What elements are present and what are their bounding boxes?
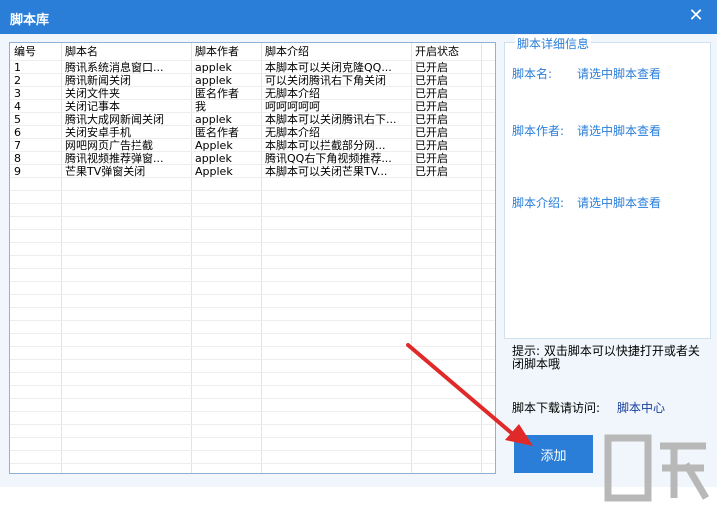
row-number: 3: [14, 87, 21, 100]
row-author: 匿名作者: [195, 126, 239, 139]
row-author: 匿名作者: [195, 87, 239, 100]
detail-name-label: 脚本名:: [512, 67, 553, 81]
row-intro: 本脚本可以关闭腾讯右下...: [265, 113, 397, 126]
row-intro: 无脚本介绍: [265, 87, 320, 100]
title-bar: 脚本库 ✕: [0, 0, 717, 34]
detail-intro-value: 请选中脚本查看: [577, 196, 662, 210]
row-number: 4: [14, 100, 21, 113]
row-script-name: 腾讯视频推荐弹窗...: [65, 152, 164, 165]
row-intro: 可以关闭腾讯右下角关闭: [265, 74, 386, 87]
column-header-name[interactable]: 脚本名: [65, 45, 98, 58]
row-number: 7: [14, 139, 21, 152]
row-author: applek: [195, 61, 232, 74]
list-item[interactable]: 3 关闭文件夹 匿名作者 无脚本介绍 已开启: [10, 87, 495, 100]
row-number: 6: [14, 126, 21, 139]
list-item[interactable]: 6 关闭安卓手机 匿名作者 无脚本介绍 已开启: [10, 126, 495, 139]
list-item[interactable]: 7 网吧网页广告拦截 Applek 本脚本可以拦截部分网... 已开启: [10, 139, 495, 152]
row-script-name: 关闭记事本: [65, 100, 120, 113]
row-intro: 无脚本介绍: [265, 126, 320, 139]
list-item[interactable]: 9 芒果TV弹窗关闭 Applek 本脚本可以关闭芒果TV... 已开启: [10, 165, 495, 178]
detail-name-value: 请选中脚本查看: [577, 67, 662, 81]
row-status: 已开启: [415, 126, 448, 139]
row-author: 我: [195, 100, 206, 113]
watermark-logo: [604, 434, 710, 502]
row-intro: 本脚本可以拦截部分网...: [265, 139, 386, 152]
row-status: 已开启: [415, 139, 448, 152]
script-center-link[interactable]: 脚本中心: [617, 399, 665, 416]
row-intro: 呵呵呵呵呵: [265, 100, 320, 113]
row-script-name: 关闭文件夹: [65, 87, 120, 100]
column-header-author[interactable]: 脚本作者: [195, 45, 239, 58]
row-script-name: 腾讯大成网新闻关闭: [65, 113, 164, 126]
row-intro: 本脚本可以关闭克隆QQ...: [265, 61, 392, 74]
row-intro: 腾讯QQ右下角视频推荐...: [265, 152, 392, 165]
detail-panel-title: 脚本详细信息: [515, 35, 592, 52]
row-number: 2: [14, 74, 21, 87]
row-status: 已开启: [415, 165, 448, 178]
row-script-name: 腾讯系统消息窗口...: [65, 61, 164, 74]
window-content: 编号 脚本名 脚本作者 脚本介绍 开启状态 1 腾讯系统消息窗口... appl…: [0, 34, 717, 502]
close-icon[interactable]: ✕: [687, 7, 705, 25]
row-number: 9: [14, 165, 21, 178]
row-number: 1: [14, 61, 21, 74]
list-item[interactable]: 8 腾讯视频推荐弹窗... applek 腾讯QQ右下角视频推荐... 已开启: [10, 152, 495, 165]
row-intro: 本脚本可以关闭芒果TV...: [265, 165, 388, 178]
column-header-number[interactable]: 编号: [14, 45, 36, 58]
column-header-intro[interactable]: 脚本介绍: [265, 45, 309, 58]
row-number: 5: [14, 113, 21, 126]
row-number: 8: [14, 152, 21, 165]
window-title: 脚本库: [10, 13, 50, 28]
list-item[interactable]: 1 腾讯系统消息窗口... applek 本脚本可以关闭克隆QQ... 已开启: [10, 61, 495, 74]
row-author: applek: [195, 113, 232, 126]
row-status: 已开启: [415, 113, 448, 126]
list-item[interactable]: 4 关闭记事本 我 呵呵呵呵呵 已开启: [10, 100, 495, 113]
row-status: 已开启: [415, 152, 448, 165]
column-header-status[interactable]: 开启状态: [415, 45, 459, 58]
row-script-name: 网吧网页广告拦截: [65, 139, 153, 152]
row-script-name: 腾讯新闻关闭: [65, 74, 131, 87]
row-script-name: 芒果TV弹窗关闭: [65, 165, 146, 178]
red-arrow-annotation: [406, 343, 533, 446]
script-detail-panel: 脚本详细信息 脚本名: 请选中脚本查看 脚本作者: 请选中脚本查看 脚本介绍: …: [504, 35, 711, 339]
row-author: Applek: [195, 139, 233, 152]
detail-intro-label: 脚本介绍:: [512, 196, 565, 210]
row-author: applek: [195, 152, 232, 165]
row-status: 已开启: [415, 74, 448, 87]
row-script-name: 关闭安卓手机: [65, 126, 131, 139]
detail-author-label: 脚本作者:: [512, 124, 565, 138]
row-status: 已开启: [415, 100, 448, 113]
detail-author-value: 请选中脚本查看: [577, 124, 662, 138]
row-author: applek: [195, 74, 232, 87]
list-item[interactable]: 2 腾讯新闻关闭 applek 可以关闭腾讯右下角关闭 已开启: [10, 74, 495, 87]
row-status: 已开启: [415, 61, 448, 74]
tip-text: 提示: 双击脚本可以快捷打开或者关闭脚本哦: [512, 344, 700, 371]
row-status: 已开启: [415, 87, 448, 100]
row-author: Applek: [195, 165, 233, 178]
list-item[interactable]: 5 腾讯大成网新闻关闭 applek 本脚本可以关闭腾讯右下... 已开启: [10, 113, 495, 126]
